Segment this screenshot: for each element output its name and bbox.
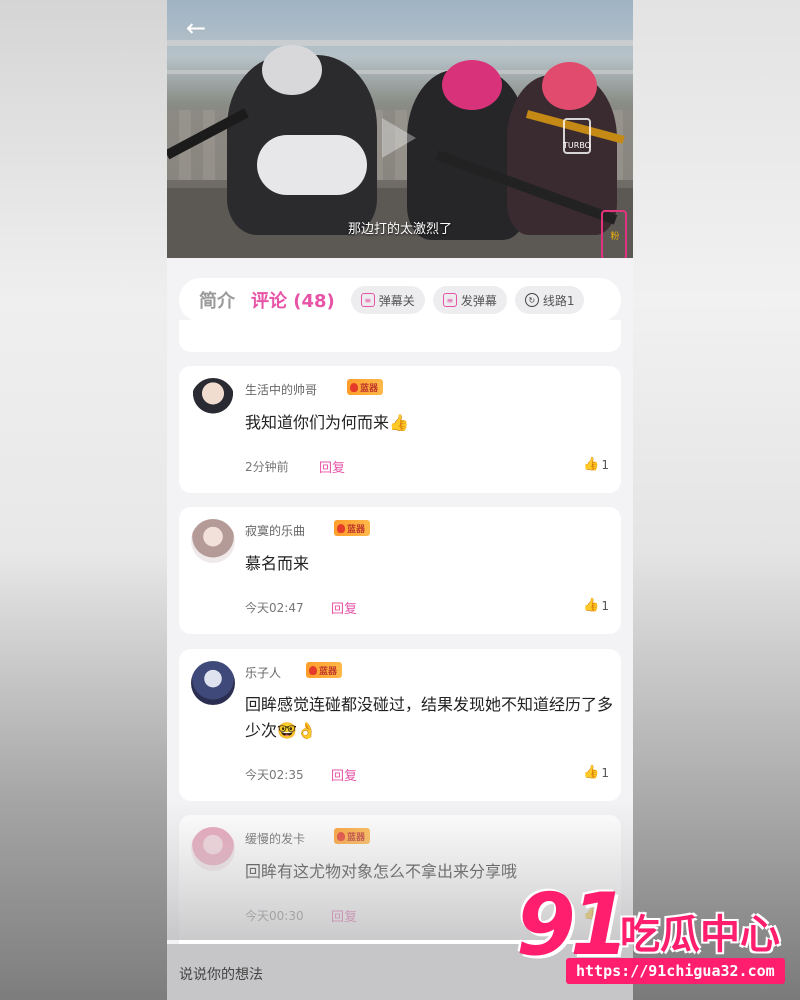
comment-text: 回眸感觉连碰都没碰过，结果发现她不知道经历了多少次🤓👌: [245, 695, 614, 740]
comment-card: 生活中的帅哥 蓝器 我知道你们为何而来👍 2分钟前 回复 👍 1: [179, 366, 621, 493]
thumb-up-icon: 👍: [583, 765, 600, 780]
comment-time: 今天02:35: [245, 768, 304, 782]
send-danmaku-label: 发弹幕: [460, 293, 497, 308]
badge-label: 蓝器: [347, 832, 366, 843]
video-player[interactable]: TURBO ← 那边打的太激烈了 粉: [167, 0, 633, 258]
thumb-up-icon: 👍: [583, 457, 600, 472]
avatar[interactable]: [191, 519, 235, 563]
send-danmaku-icon: ≡: [442, 293, 457, 307]
like-count: 1: [601, 457, 609, 472]
tab-comments[interactable]: 评论 (48): [251, 287, 335, 313]
avatar[interactable]: [191, 378, 235, 422]
site-watermark-logo: 91 吃瓜中心 https://91chigua32.com: [516, 882, 796, 990]
back-arrow-icon[interactable]: ←: [181, 14, 211, 44]
comment-username[interactable]: 缓慢的发卡: [245, 830, 305, 847]
comment-text: 慕名而来: [245, 554, 310, 573]
send-danmaku-button[interactable]: ≡ 发弹幕: [432, 286, 507, 314]
level-badge: 蓝器: [306, 662, 343, 678]
background-right: [632, 0, 800, 1000]
comment-username[interactable]: 乐子人: [245, 664, 281, 681]
phone-screen: TURBO ← 那边打的太激烈了 粉 简介 评论 (48) ≡ 弹幕关 ≡ 发弹…: [167, 0, 633, 1000]
comment-time: 今天00:30: [245, 909, 304, 923]
reply-button[interactable]: 回复: [331, 906, 357, 925]
line-switch-label: 线路1: [542, 293, 575, 308]
video-subtitle: 那边打的太激烈了: [347, 222, 452, 237]
reply-button[interactable]: 回复: [331, 765, 357, 784]
level-badge: 蓝器: [334, 520, 371, 536]
background-left: [0, 0, 167, 1000]
level-badge: 蓝器: [334, 828, 371, 844]
site-url: https://91chigua32.com: [566, 958, 785, 984]
reply-button[interactable]: 回复: [331, 598, 357, 617]
comment-time: 今天02:47: [245, 601, 304, 615]
comment-card: 乐子人 蓝器 回眸感觉连碰都没碰过，结果发现她不知道经历了多少次🤓👌 今天02:…: [179, 649, 621, 801]
thumb-up-icon: 👍: [583, 598, 600, 613]
comment-username[interactable]: 生活中的帅哥: [245, 381, 317, 398]
video-scene-rail: [167, 40, 633, 46]
video-watermark: 粉: [601, 210, 627, 258]
loop-icon: ↻: [524, 293, 539, 307]
comment-card: 寂寞的乐曲 蓝器 慕名而来 今天02:47 回复 👍 1: [179, 507, 621, 634]
previous-card-bottom: [179, 320, 621, 352]
flame-icon: [337, 523, 345, 533]
like-button[interactable]: 👍 1: [583, 457, 609, 472]
line-switch-button[interactable]: ↻ 线路1: [514, 286, 585, 314]
badge-label: 蓝器: [347, 524, 366, 535]
tab-bar: 简介 评论 (48) ≡ 弹幕关 ≡ 发弹幕 ↻ 线路1: [179, 278, 621, 322]
comment-username[interactable]: 寂寞的乐曲: [245, 522, 305, 539]
comment-time: 2分钟前: [245, 460, 289, 474]
badge-label: 蓝器: [360, 383, 379, 394]
danmaku-icon: ≡: [360, 293, 375, 307]
flame-icon: [309, 665, 317, 675]
tab-intro[interactable]: 简介: [199, 287, 235, 313]
play-icon[interactable]: [382, 118, 416, 158]
danmaku-toggle-label: 弹幕关: [378, 293, 415, 308]
avatar[interactable]: [191, 827, 235, 871]
video-figure-hair: [262, 45, 322, 95]
site-logo-number: 91: [516, 875, 630, 975]
video-figure-hair: [442, 60, 502, 110]
tab-comments-label: 评论: [251, 291, 287, 312]
comment-input-placeholder[interactable]: 说说你的想法: [179, 964, 263, 984]
flame-icon: [350, 382, 358, 392]
like-count: 1: [601, 765, 609, 780]
video-logo-badge: TURBO: [563, 118, 591, 154]
comment-text: 我知道你们为何而来👍: [245, 413, 409, 432]
like-count: 1: [601, 598, 609, 613]
comment-count: (48): [293, 291, 335, 312]
badge-label: 蓝器: [319, 666, 338, 677]
avatar[interactable]: [191, 661, 235, 705]
flame-icon: [337, 831, 345, 841]
video-figure-hair: [542, 62, 597, 110]
like-button[interactable]: 👍 1: [583, 765, 609, 780]
like-button[interactable]: 👍 1: [583, 598, 609, 613]
site-logo-name: 吃瓜中心: [620, 912, 780, 958]
level-badge: 蓝器: [347, 379, 384, 395]
reply-button[interactable]: 回复: [319, 457, 345, 476]
danmaku-toggle-button[interactable]: ≡ 弹幕关: [350, 286, 425, 314]
